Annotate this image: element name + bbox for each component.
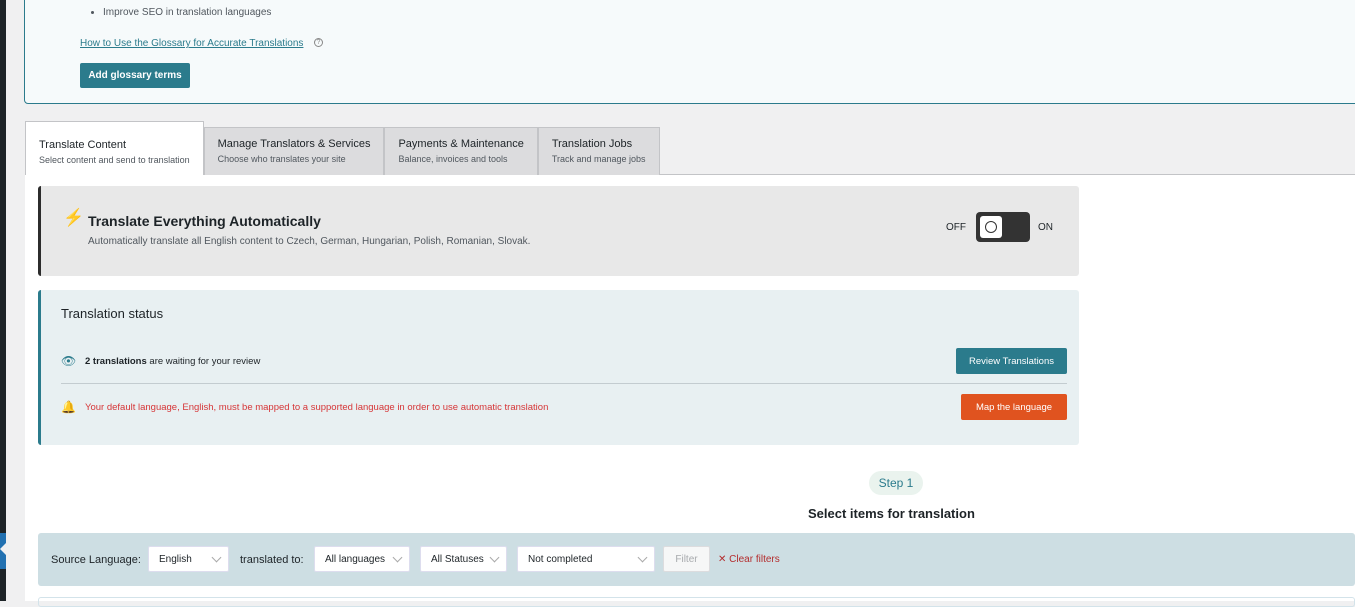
review-count: 2 translations — [85, 355, 147, 367]
glossary-help-link[interactable]: How to Use the Glossary for Accurate Tra… — [80, 38, 303, 49]
status-select[interactable]: All Statuses — [420, 546, 507, 572]
tab-title: Translate Content — [39, 139, 127, 151]
source-language-select[interactable]: English — [148, 546, 229, 572]
target-language-select[interactable]: All languages — [314, 546, 410, 572]
clear-filters-link[interactable]: ✕ Clear filters — [718, 554, 780, 565]
lightning-icon: ⚡ — [63, 208, 85, 227]
items-table — [38, 597, 1355, 607]
tab-subtitle: Select content and send to translation — [39, 155, 190, 165]
review-row: 👁 2 translations are waiting for your re… — [61, 348, 1067, 374]
review-text: are waiting for your review — [146, 355, 261, 367]
warning-row: 🔔 Your default language, English, must b… — [61, 394, 1067, 420]
divider — [61, 383, 1067, 384]
review-translations-button[interactable]: Review Translations — [956, 348, 1067, 374]
close-icon: ✕ — [718, 554, 730, 565]
tab-title: Payments & Maintenance — [398, 138, 524, 150]
tab-subtitle: Track and manage jobs — [551, 154, 646, 164]
tab-subtitle: Balance, invoices and tools — [398, 154, 508, 164]
translation-status-panel: Translation status 👁 2 translations are … — [38, 290, 1079, 445]
eye-icon: 👁 — [61, 354, 77, 368]
add-glossary-terms-button[interactable]: Add glossary terms — [80, 63, 190, 88]
glossary-panel: Improve SEO in translation languages How… — [24, 0, 1355, 104]
active-arrow-icon — [0, 543, 6, 555]
map-language-button[interactable]: Map the language — [961, 394, 1067, 420]
tab-manage-translators[interactable]: Manage Translators & Services Choose who … — [203, 127, 385, 175]
auto-translate-toggle[interactable] — [976, 212, 1030, 242]
bell-icon: 🔔 — [61, 400, 76, 414]
filter-button[interactable]: Filter — [663, 546, 710, 572]
status-title: Translation status — [61, 306, 164, 321]
step-title: Select items for translation — [808, 506, 975, 521]
auto-translate-description: Automatically translate all English cont… — [88, 236, 531, 247]
tab-title: Manage Translators & Services — [217, 138, 371, 150]
tab-subtitle: Choose who translates your site — [217, 154, 346, 164]
tab-title: Translation Jobs — [551, 138, 633, 150]
glossary-bullet: Improve SEO in translation languages — [103, 7, 271, 18]
tab-translate-content[interactable]: Translate Content Select content and send… — [25, 121, 204, 175]
step-badge: Step 1 — [869, 471, 923, 495]
toggle-on-label: ON — [1038, 222, 1053, 233]
source-language-label: Source Language: — [51, 554, 141, 566]
toggle-knob — [980, 216, 1002, 238]
toggle-off-label: OFF — [946, 222, 966, 233]
tab-bar: Translate Content Select content and send… — [25, 121, 660, 175]
tab-translation-jobs[interactable]: Translation Jobs Track and manage jobs — [537, 127, 660, 175]
completion-select[interactable]: Not completed — [517, 546, 655, 572]
clear-filters-label: Clear filters — [729, 554, 780, 565]
help-icon[interactable]: ? — [314, 38, 323, 47]
translated-to-label: translated to: — [240, 554, 304, 566]
filter-bar: Source Language: English translated to: … — [38, 533, 1355, 586]
auto-translate-panel: ⚡ Translate Everything Automatically Aut… — [38, 186, 1079, 276]
auto-translate-title: Translate Everything Automatically — [88, 213, 321, 229]
admin-sidebar — [0, 0, 6, 601]
tab-payments[interactable]: Payments & Maintenance Balance, invoices … — [384, 127, 538, 175]
warning-text: Your default language, English, must be … — [85, 401, 549, 413]
